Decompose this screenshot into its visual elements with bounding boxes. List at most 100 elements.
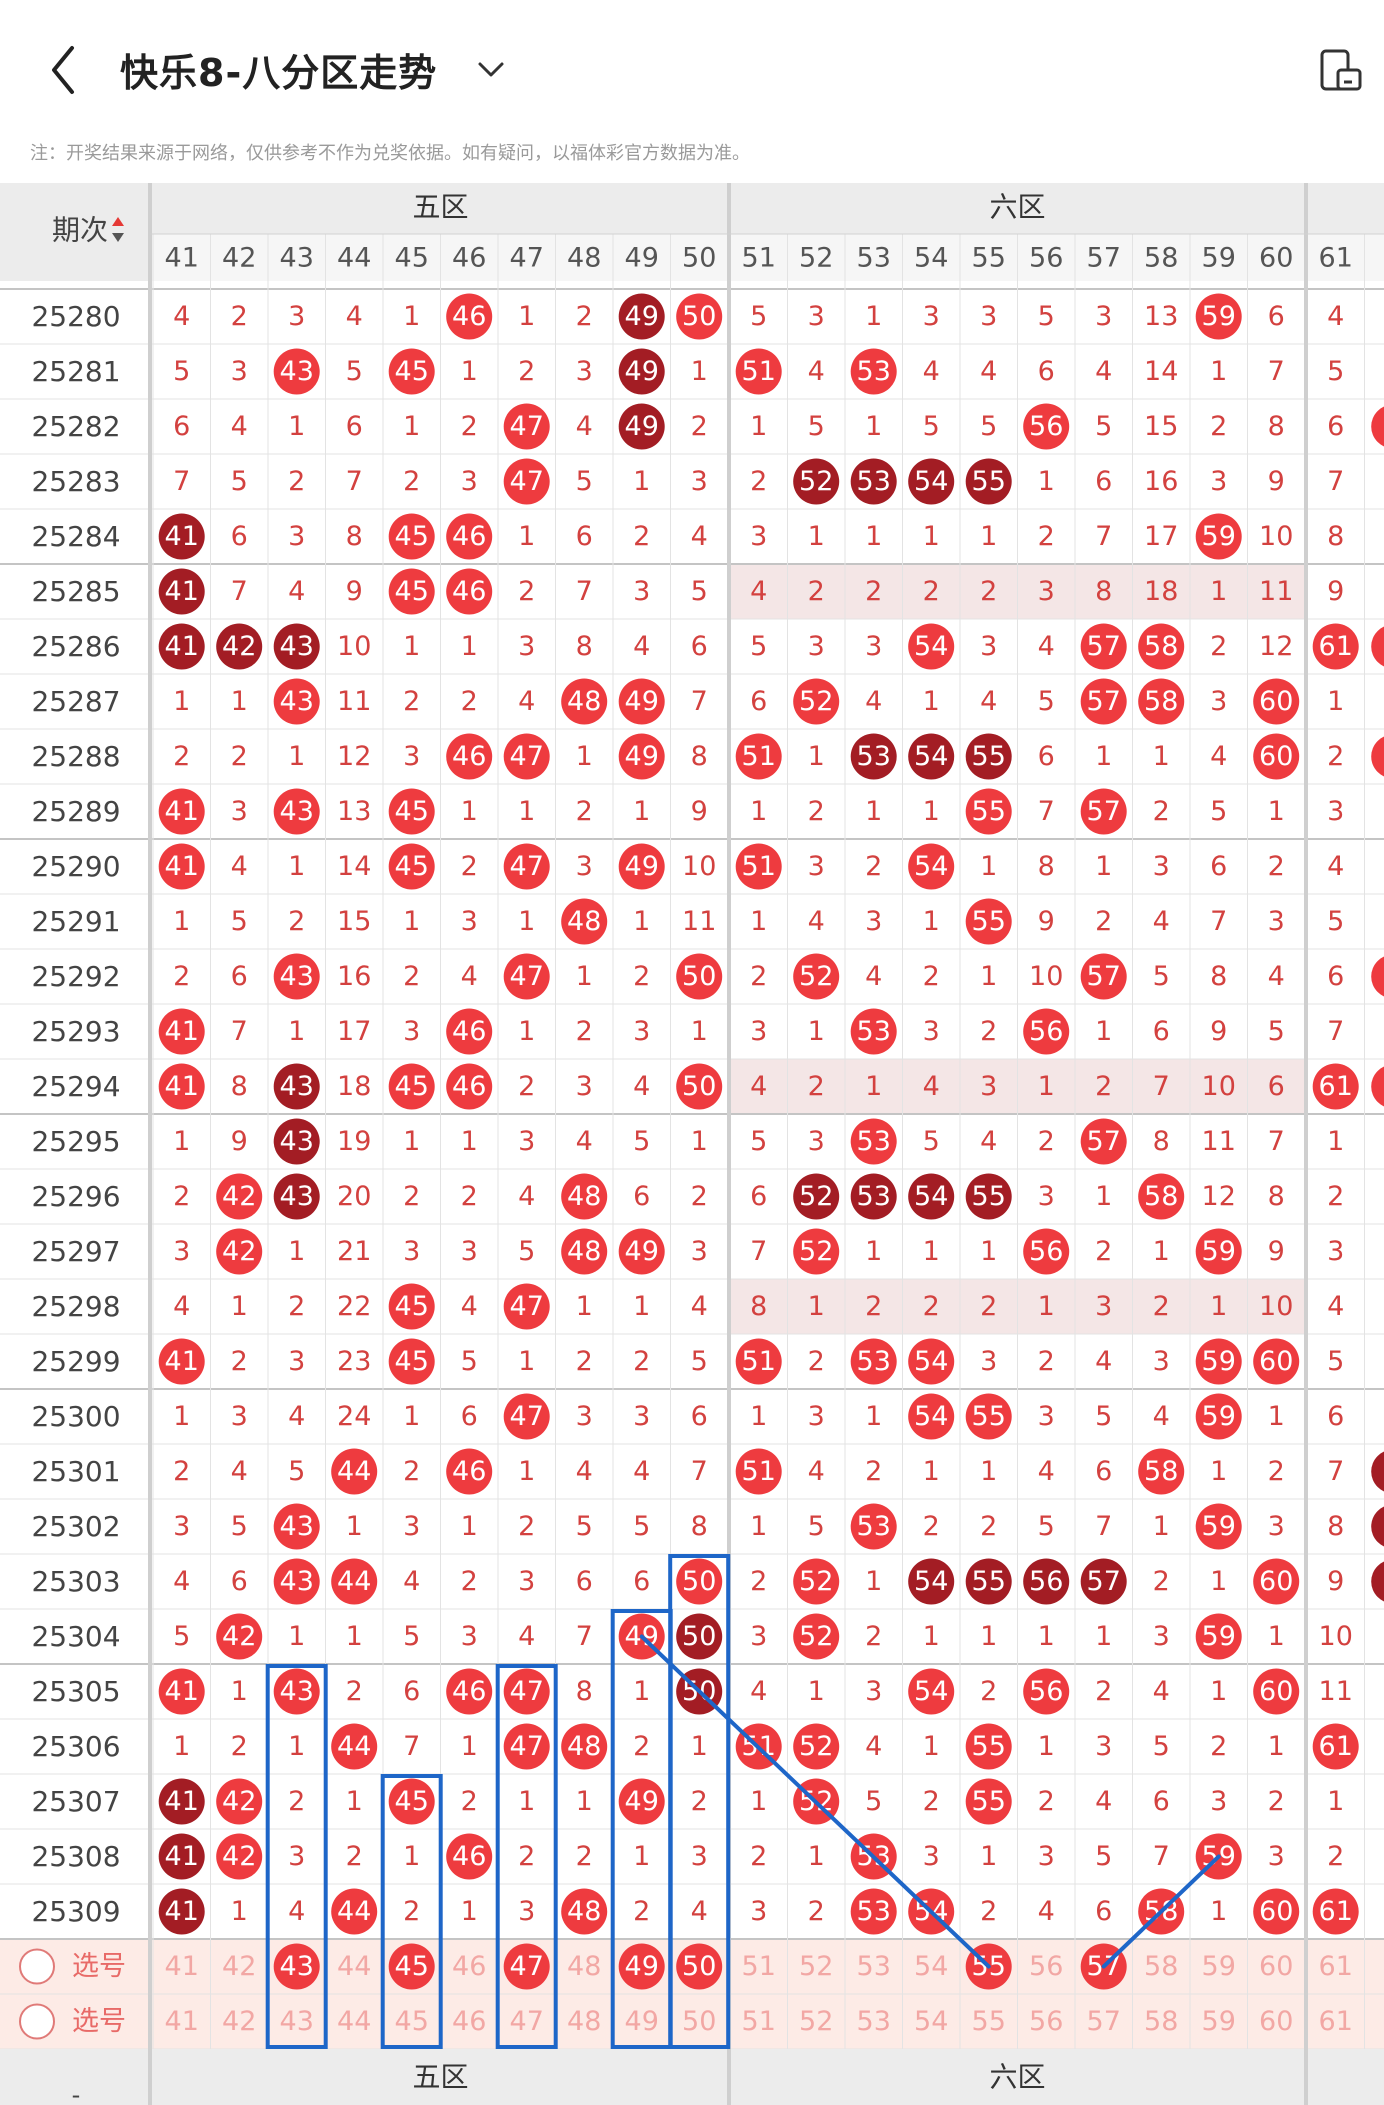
miss-count: 4 bbox=[865, 686, 882, 717]
miss-count: 2 bbox=[1210, 411, 1227, 442]
miss-count: 2 bbox=[231, 741, 248, 772]
ball-number: 52 bbox=[799, 1236, 833, 1267]
ball-number: 54 bbox=[914, 1346, 948, 1377]
ball-number: 52 bbox=[799, 1181, 833, 1212]
miss-count: 2 bbox=[576, 301, 593, 332]
ball-number: 46 bbox=[452, 1841, 486, 1872]
miss-count: 5 bbox=[231, 1511, 248, 1542]
ball-number: 57 bbox=[1087, 631, 1121, 662]
miss-count: 1 bbox=[808, 1016, 825, 1047]
miss-count: 8 bbox=[1210, 961, 1227, 992]
miss-count: 2 bbox=[691, 1181, 708, 1212]
miss-count: 2 bbox=[231, 1731, 248, 1762]
miss-count: 4 bbox=[231, 851, 248, 882]
column-header-53: 53 bbox=[857, 243, 891, 274]
period-cell: 25304 bbox=[31, 1620, 120, 1653]
column-header-47: 47 bbox=[510, 243, 544, 274]
ball-number: 49 bbox=[625, 411, 659, 442]
miss-count: 7 bbox=[576, 1621, 593, 1652]
miss-count: 3 bbox=[461, 1236, 478, 1267]
ball-number: 53 bbox=[857, 1511, 891, 1542]
miss-count: 4 bbox=[865, 961, 882, 992]
miss-count: 8 bbox=[1153, 1126, 1170, 1157]
miss-count: 1 bbox=[923, 686, 940, 717]
miss-count: 2 bbox=[750, 1566, 767, 1597]
miss-count: 3 bbox=[1268, 906, 1285, 937]
miss-count: 3 bbox=[633, 1016, 650, 1047]
miss-count: 2 bbox=[923, 576, 940, 607]
miss-count: 2 bbox=[1038, 1126, 1055, 1157]
miss-count: 6 bbox=[576, 521, 593, 552]
table-row: 25304 5 42 1 1 5 3 4 7 49 50 3 52 2 1 1 1 1 3 59 1 10 bbox=[31, 1613, 1353, 1660]
miss-count: 1 bbox=[1038, 1071, 1055, 1102]
miss-count: 7 bbox=[1327, 466, 1344, 497]
miss-count: 3 bbox=[865, 631, 882, 662]
ball-number: 42 bbox=[222, 1841, 256, 1872]
miss-count: 2 bbox=[808, 1071, 825, 1102]
miss-count: 10 bbox=[337, 631, 371, 662]
select-radio[interactable] bbox=[19, 2003, 55, 2040]
miss-count: 4 bbox=[633, 631, 650, 662]
select-radio[interactable] bbox=[19, 1948, 55, 1985]
miss-count: 1 bbox=[1327, 1786, 1344, 1817]
ball-number: 54 bbox=[914, 1401, 948, 1432]
miss-count: 5 bbox=[633, 1511, 650, 1542]
miss-count: 1 bbox=[1268, 796, 1285, 827]
ball-number: 60 bbox=[1259, 1566, 1293, 1597]
miss-count: 2 bbox=[403, 1181, 420, 1212]
ball-number: 52 bbox=[799, 1621, 833, 1652]
miss-count: 3 bbox=[461, 466, 478, 497]
miss-count: 1 bbox=[1153, 741, 1170, 772]
miss-count: 10 bbox=[1029, 961, 1063, 992]
miss-count: 8 bbox=[1268, 411, 1285, 442]
miss-count: 1 bbox=[691, 1016, 708, 1047]
table-row: 25282 6 4 1 6 1 2 47 4 49 2 1 5 1 5 5 56 5 15 2 8 6 bbox=[31, 403, 1384, 450]
select-number-60: 60 bbox=[1259, 2006, 1293, 2037]
period-cell: 25287 bbox=[31, 685, 120, 718]
select-label[interactable]: 选号 bbox=[72, 1951, 126, 1982]
miss-count: 3 bbox=[691, 466, 708, 497]
miss-count: 2 bbox=[346, 1841, 363, 1872]
miss-count: 2 bbox=[403, 961, 420, 992]
miss-count: 1 bbox=[750, 1511, 767, 1542]
miss-count: 4 bbox=[518, 1181, 535, 1212]
miss-count: 15 bbox=[337, 906, 371, 937]
ball-number: 60 bbox=[1259, 741, 1293, 772]
miss-count: 7 bbox=[691, 1456, 708, 1487]
zone-header-6: 六区 bbox=[989, 191, 1045, 224]
ball-number: 43 bbox=[280, 631, 314, 662]
ball-number: 42 bbox=[222, 1786, 256, 1817]
miss-count: 4 bbox=[923, 356, 940, 387]
ball-number: 59 bbox=[1202, 1511, 1236, 1542]
miss-count: 4 bbox=[1153, 906, 1170, 937]
column-header-50: 50 bbox=[682, 243, 716, 274]
ball-number: 55 bbox=[972, 1786, 1006, 1817]
miss-count: 2 bbox=[1038, 1786, 1055, 1817]
ball-number: 43 bbox=[280, 1126, 314, 1157]
ball-number: 61 bbox=[1319, 1071, 1353, 1102]
miss-count: 3 bbox=[1210, 686, 1227, 717]
ball-number: 59 bbox=[1202, 301, 1236, 332]
miss-count: 1 bbox=[461, 631, 478, 662]
miss-count: 1 bbox=[231, 1676, 248, 1707]
select-label[interactable]: 选号 bbox=[72, 2006, 126, 2037]
miss-count: 1 bbox=[1210, 356, 1227, 387]
miss-count: 8 bbox=[1038, 851, 1055, 882]
miss-count: 6 bbox=[1095, 1456, 1112, 1487]
period-cell: 25305 bbox=[31, 1675, 120, 1708]
miss-count: 2 bbox=[633, 1731, 650, 1762]
miss-count: 2 bbox=[576, 1841, 593, 1872]
period-cell: 25293 bbox=[31, 1015, 120, 1048]
footer-zone-5: 五区 bbox=[412, 2061, 468, 2094]
miss-count: 2 bbox=[518, 576, 535, 607]
table-row: 25303 4 6 43 44 4 2 3 6 6 50 2 52 1 54 55 56 57 2 1 60 9 bbox=[31, 1558, 1384, 1605]
ball-number: 55 bbox=[972, 906, 1006, 937]
miss-count: 3 bbox=[923, 1841, 940, 1872]
ball-number: 43 bbox=[280, 1511, 314, 1542]
miss-count: 2 bbox=[633, 521, 650, 552]
miss-count: 1 bbox=[633, 1676, 650, 1707]
miss-count: 3 bbox=[231, 796, 248, 827]
period-cell: 25302 bbox=[31, 1510, 120, 1543]
miss-count: 5 bbox=[576, 1511, 593, 1542]
miss-count: 6 bbox=[1327, 411, 1344, 442]
